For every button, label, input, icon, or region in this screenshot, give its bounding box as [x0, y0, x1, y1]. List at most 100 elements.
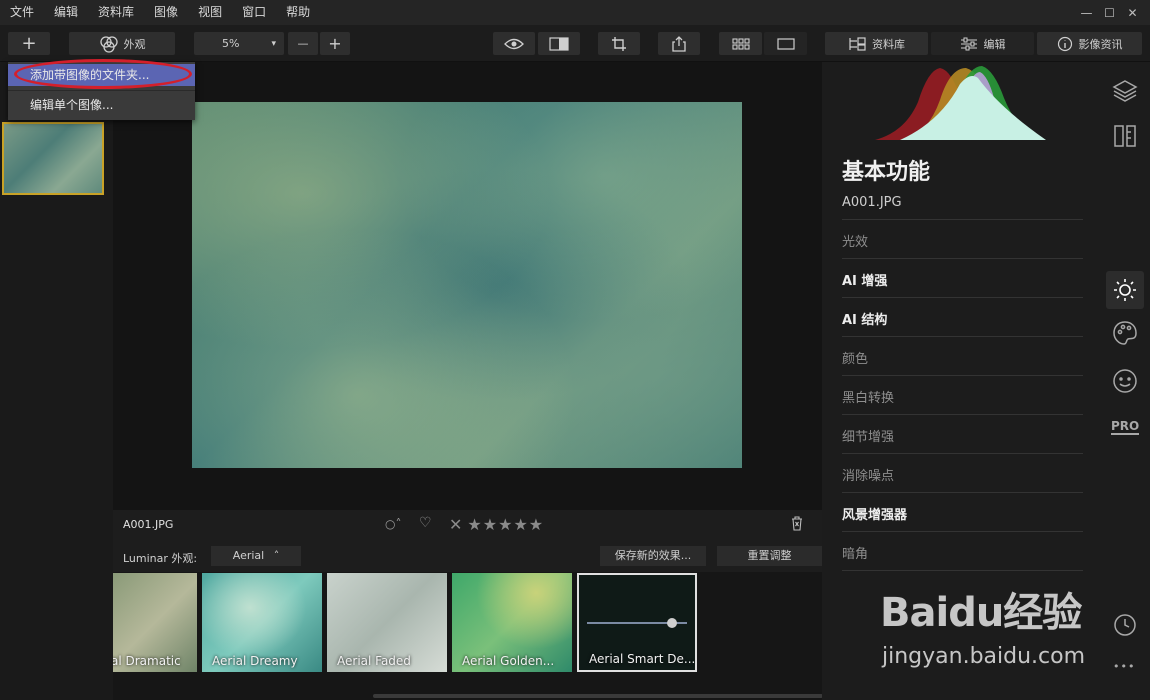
plus-icon: +: [328, 34, 342, 53]
looks-category-select[interactable]: Aerial ˄: [211, 546, 301, 566]
minimize-button[interactable]: —: [1075, 6, 1098, 20]
preview-button[interactable]: [493, 32, 535, 55]
edit-tab[interactable]: 编辑: [931, 32, 1034, 55]
menu-edit-single-image[interactable]: 编辑单个图像...: [8, 94, 195, 116]
split-view-icon: [549, 36, 569, 51]
palette-icon[interactable]: [1112, 320, 1138, 346]
crop-button[interactable]: [598, 32, 640, 55]
info-icon: [1057, 36, 1072, 51]
essentials-tab[interactable]: [1106, 271, 1144, 309]
tool-denoise[interactable]: 消除噪点: [842, 465, 894, 484]
tool-bw-conversion[interactable]: 黑白转换: [842, 387, 894, 406]
trash-icon[interactable]: [791, 516, 803, 534]
image-canvas: [113, 62, 822, 510]
color-label-icon[interactable]: ○˄: [385, 517, 401, 531]
zoom-in-button[interactable]: +: [320, 32, 350, 55]
image-info-bar: A001.JPG ○˄ ♡ ✕ ★★★★★: [113, 510, 822, 540]
look-aerial-smart-detail[interactable]: Aerial Smart De...: [577, 573, 697, 672]
zoom-out-button[interactable]: —: [288, 32, 318, 55]
look-label: Aerial Smart De...: [589, 652, 696, 666]
library-tab[interactable]: 资料库: [825, 32, 928, 55]
star-rating[interactable]: ✕ ★★★★★: [449, 515, 544, 534]
look-aerial-faded[interactable]: Aerial Faded: [327, 573, 447, 672]
divider: [842, 570, 1083, 571]
menu-view[interactable]: 视图: [188, 0, 232, 25]
divider: [842, 531, 1083, 532]
annotation-ellipse: [14, 59, 192, 89]
share-icon: [672, 35, 686, 52]
compare-button[interactable]: [538, 32, 580, 55]
looks-circles-icon: [99, 35, 118, 53]
menu-bar: 文件 编辑 资料库 图像 视图 窗口 帮助 — ☐ ✕: [0, 0, 1150, 25]
tool-details-enhancer[interactable]: 细节增强: [842, 426, 894, 445]
library-sidebar: [0, 62, 113, 700]
toolbar: + 外观 5% ▾ — + 资料库 编辑 影像资讯: [0, 25, 1150, 62]
divider: [842, 219, 1083, 220]
looks-button[interactable]: 外观: [69, 32, 175, 55]
info-tab-label: 影像资讯: [1078, 37, 1123, 51]
divider: [842, 336, 1083, 337]
maximize-button[interactable]: ☐: [1098, 6, 1121, 20]
menu-edit[interactable]: 编辑: [44, 0, 88, 25]
divider: [842, 414, 1083, 415]
share-button[interactable]: [658, 32, 700, 55]
window-controls: — ☐ ✕: [1075, 0, 1144, 25]
menu-library[interactable]: 资料库: [88, 0, 144, 25]
watermark-logo: Baidu经验: [880, 590, 1082, 636]
tool-landscape-enhancer[interactable]: 风景增强器: [842, 504, 907, 523]
divider: [842, 297, 1083, 298]
crop-icon: [612, 36, 626, 51]
rating-stars[interactable]: ★★★★★: [467, 515, 544, 534]
menu-image[interactable]: 图像: [144, 0, 188, 25]
look-label: Aerial Golden...: [462, 654, 555, 668]
menu-help[interactable]: 帮助: [276, 0, 320, 25]
save-look-button[interactable]: 保存新的效果...: [600, 546, 706, 566]
info-tab[interactable]: 影像资讯: [1037, 32, 1142, 55]
reject-icon[interactable]: ✕: [449, 515, 463, 534]
menu-file[interactable]: 文件: [0, 0, 44, 25]
looks-bar: Luminar 外观: Aerial ˄ 保存新的效果... 重置调整: [113, 540, 822, 572]
favorite-icon[interactable]: ♡: [419, 515, 432, 531]
tool-vignette[interactable]: 暗角: [842, 543, 868, 562]
tool-ai-enhance[interactable]: AI 增强: [842, 270, 887, 289]
single-view-button[interactable]: [764, 32, 807, 55]
divider: [842, 453, 1083, 454]
canvas-tools-icon[interactable]: [1112, 122, 1138, 150]
history-clock-icon[interactable]: [1112, 612, 1138, 638]
look-aerial-golden[interactable]: Aerial Golden...: [452, 573, 572, 672]
layers-icon[interactable]: [1112, 78, 1138, 104]
grid-view-button[interactable]: [719, 32, 762, 55]
watermark-url: jingyan.baidu.com: [882, 644, 1086, 669]
library-icon: [849, 36, 866, 51]
minus-icon: —: [297, 37, 309, 50]
portrait-face-icon[interactable]: [1112, 368, 1138, 394]
look-amount-slider[interactable]: [579, 613, 695, 633]
reset-adjustments-button[interactable]: 重置调整: [717, 546, 822, 566]
divider: [842, 492, 1083, 493]
histogram: [875, 66, 1046, 140]
panel-title: 基本功能: [842, 160, 931, 185]
chevron-up-icon: ˄: [273, 549, 280, 562]
tool-light[interactable]: 光效: [842, 231, 868, 250]
look-label: Aerial Dreamy: [212, 654, 298, 668]
filmstrip-scrollbar[interactable]: [373, 694, 823, 698]
menu-window[interactable]: 窗口: [232, 0, 276, 25]
sun-icon: [1114, 279, 1136, 301]
panel-filename: A001.JPG: [842, 195, 902, 210]
aerial-forest-photo[interactable]: [192, 102, 742, 468]
look-aerial-dramatic[interactable]: al Dramatic: [113, 573, 197, 672]
more-options-icon[interactable]: •••: [1113, 660, 1135, 673]
close-button[interactable]: ✕: [1121, 6, 1144, 20]
chevron-down-icon: ▾: [271, 38, 276, 49]
looks-filmstrip: al Dramatic Aerial Dreamy Aerial Faded A…: [113, 572, 823, 700]
baidu-watermark: Baidu经验 jingyan.baidu.com: [880, 580, 1090, 680]
look-aerial-dreamy[interactable]: Aerial Dreamy: [202, 573, 322, 672]
selected-image-thumbnail[interactable]: [2, 122, 104, 195]
tool-category-rail: PRO •••: [1100, 62, 1150, 700]
zoom-select[interactable]: 5% ▾: [194, 32, 284, 55]
add-button[interactable]: +: [8, 32, 50, 55]
tool-ai-structure[interactable]: AI 结构: [842, 309, 887, 328]
tool-color[interactable]: 颜色: [842, 348, 868, 367]
pro-tools-tab[interactable]: PRO: [1111, 420, 1140, 435]
look-label: Aerial Faded: [337, 654, 411, 668]
